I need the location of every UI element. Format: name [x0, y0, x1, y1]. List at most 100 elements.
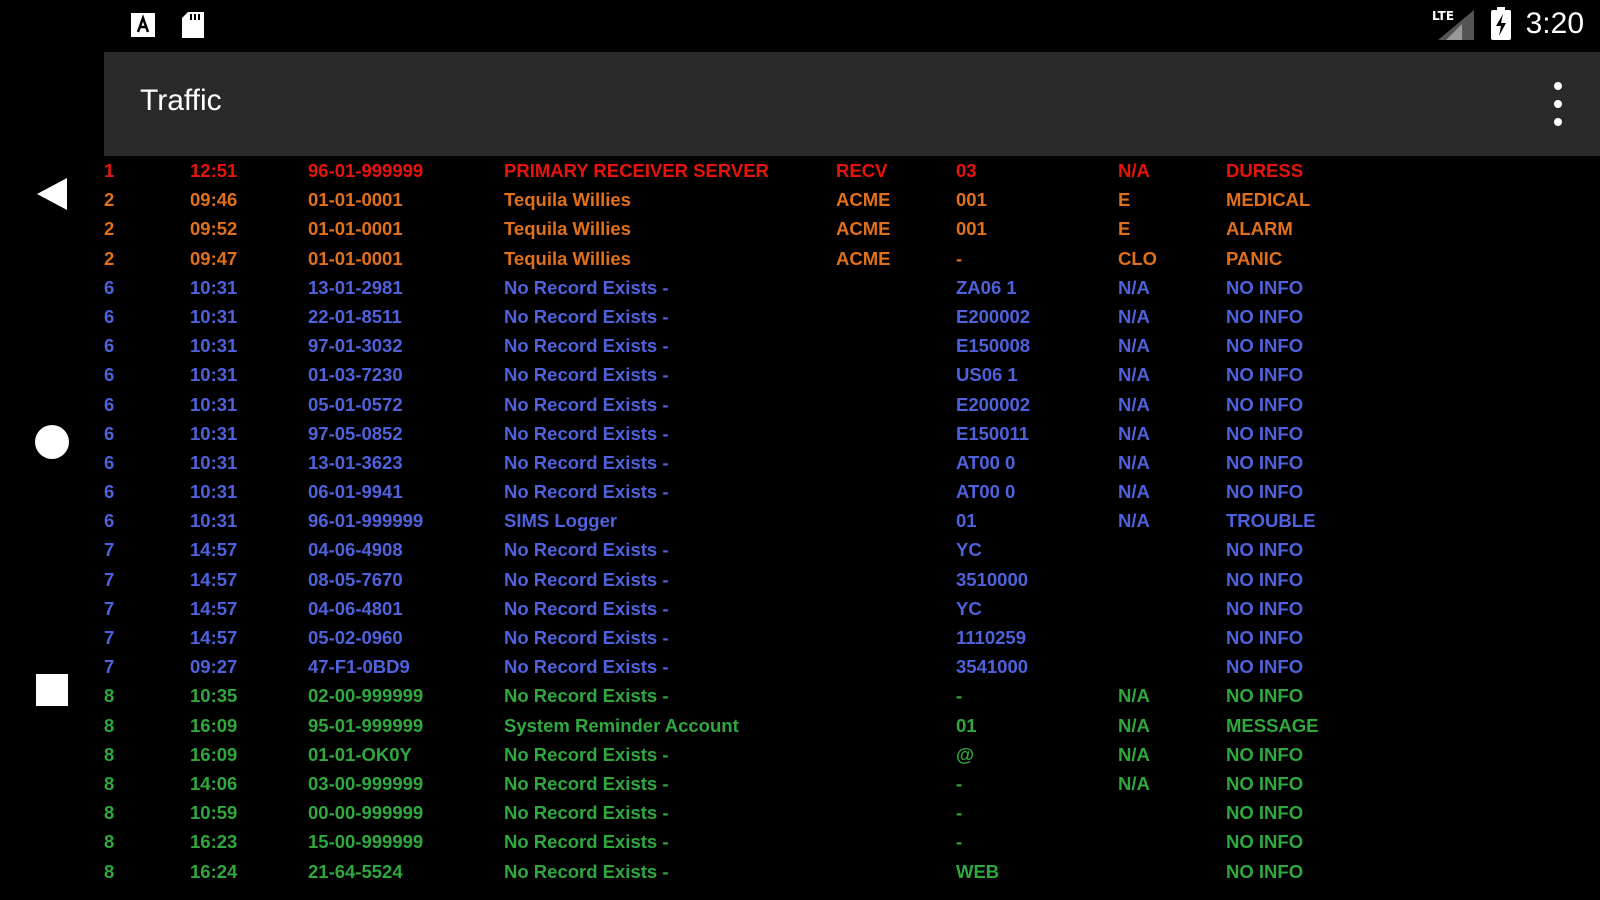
- lte-signal-icon: LTE: [1432, 9, 1474, 40]
- time-cell: 10:31: [190, 510, 238, 532]
- name-cell: No Record Exists -: [504, 481, 669, 503]
- table-row[interactable]: 7 14:57 04-06-4908 No Record Exists - YC NO I…: [104, 535, 1600, 564]
- table-row[interactable]: 7 14:57 05-02-0960 No Record Exists - 111025…: [104, 623, 1600, 652]
- account-cell: 08-05-7670: [308, 568, 403, 590]
- battery-charging-icon: [1490, 7, 1511, 40]
- table-row[interactable]: 1 12:51 96-01-999999 PRIMARY RECEIVER SERVE…: [104, 156, 1600, 185]
- status-cell: N/A: [1118, 364, 1150, 386]
- account-cell: 02-00-999999: [308, 685, 424, 707]
- table-row[interactable]: 8 16:09 95-01-999999 System Reminder Accoun…: [104, 711, 1600, 740]
- table-row[interactable]: 7 09:27 47-F1-0BD9 No Record Exists - 354100…: [104, 652, 1600, 681]
- event-type-cell: ALARM: [1226, 218, 1293, 240]
- event-type-cell: MESSAGE: [1226, 714, 1319, 736]
- event-type-cell: NO INFO: [1226, 802, 1304, 824]
- event-type-cell: NO INFO: [1226, 276, 1304, 298]
- table-row[interactable]: 2 09:46 01-01-0001 Tequila Willies ACME 001 E M…: [104, 185, 1600, 214]
- priority-cell: 7: [104, 568, 115, 590]
- status-cell: N/A: [1118, 393, 1150, 415]
- table-row[interactable]: 7 14:57 08-05-7670 No Record Exists - 351000…: [104, 565, 1600, 594]
- table-row[interactable]: 6 10:31 05-01-0572 No Record Exists - E20000…: [104, 390, 1600, 419]
- name-cell: No Record Exists -: [504, 860, 669, 882]
- name-cell: No Record Exists -: [504, 305, 669, 327]
- name-cell: SIMS Logger: [504, 510, 618, 532]
- event-type-cell: NO INFO: [1226, 305, 1304, 327]
- group-cell: ACME: [836, 247, 891, 269]
- priority-cell: 8: [104, 714, 115, 736]
- status-cell: N/A: [1118, 276, 1150, 298]
- traffic-list[interactable]: 1 12:51 96-01-999999 PRIMARY RECEIVER SERVE…: [104, 156, 1600, 900]
- time-cell: 10:31: [190, 451, 238, 473]
- name-cell: No Record Exists -: [504, 276, 669, 298]
- account-cell: 15-00-999999: [308, 831, 424, 853]
- table-row[interactable]: 6 10:31 01-03-7230 No Record Exists - US06 1…: [104, 360, 1600, 389]
- account-cell: 05-02-0960: [308, 627, 403, 648]
- home-button[interactable]: [32, 422, 72, 462]
- time-cell: 10:35: [190, 685, 238, 707]
- account-cell: 04-06-4908: [308, 539, 403, 561]
- priority-cell: 8: [104, 831, 115, 853]
- zone-cell: -: [956, 685, 963, 707]
- table-row[interactable]: 8 16:24 21-64-5524 No Record Exists - WEB NO …: [104, 857, 1600, 886]
- account-cell: 13-01-3623: [308, 451, 403, 473]
- status-bar-notifications: [130, 10, 206, 40]
- table-row[interactable]: 6 10:31 06-01-9941 No Record Exists - AT00 0…: [104, 477, 1600, 506]
- time-cell: 10:31: [190, 276, 238, 298]
- priority-cell: 6: [104, 335, 115, 357]
- table-row[interactable]: 6 10:31 13-01-3623 No Record Exists - AT00 0…: [104, 448, 1600, 477]
- name-cell: System Reminder Account: [504, 714, 739, 736]
- event-type-cell: NO INFO: [1226, 481, 1304, 503]
- app-a-icon: [131, 13, 155, 37]
- time-cell: 16:09: [190, 714, 238, 736]
- zone-cell: E200002: [956, 393, 1031, 415]
- account-cell: 22-01-8511: [308, 305, 402, 327]
- account-cell: 01-01-OK0Y: [308, 743, 412, 765]
- time-cell: 12:51: [190, 160, 238, 181]
- time-cell: 14:06: [190, 772, 238, 794]
- name-cell: No Record Exists -: [504, 451, 669, 473]
- zone-cell: 1110259: [956, 627, 1026, 648]
- table-row[interactable]: 2 09:52 01-01-0001 Tequila Willies ACME 001 E A…: [104, 214, 1600, 243]
- status-cell: N/A: [1118, 451, 1150, 473]
- table-row[interactable]: 8 16:09 01-01-OK0Y No Record Exists - @ N/A NO…: [104, 740, 1600, 769]
- table-row[interactable]: 6 10:31 13-01-2981 No Record Exists - ZA06 1…: [104, 273, 1600, 302]
- time-cell: 14:57: [190, 597, 238, 619]
- account-cell: 21-64-5524: [308, 860, 403, 882]
- recents-button[interactable]: [32, 670, 72, 710]
- account-cell: 06-01-9941: [308, 481, 403, 503]
- event-type-cell: NO INFO: [1226, 831, 1304, 853]
- more-options-button[interactable]: [1546, 82, 1570, 126]
- status-cell: N/A: [1118, 481, 1150, 503]
- zone-cell: AT00 0: [956, 451, 1016, 473]
- zone-cell: E150011: [956, 422, 1030, 444]
- status-cell: N/A: [1118, 743, 1150, 765]
- zone-cell: US06 1: [956, 364, 1018, 386]
- table-row[interactable]: 6 10:31 22-01-8511 No Record Exists - E20000…: [104, 302, 1600, 331]
- account-cell: 00-00-999999: [308, 802, 424, 824]
- table-row[interactable]: 8 14:06 03-00-999999 No Record Exists - - N/A…: [104, 769, 1600, 798]
- status-cell: N/A: [1118, 772, 1150, 794]
- table-row[interactable]: 2 09:47 01-01-0001 Tequila Willies ACME - CLO P…: [104, 244, 1600, 273]
- time-cell: 10:59: [190, 802, 238, 824]
- table-row[interactable]: 6 10:31 97-05-0852 No Record Exists - E15001…: [104, 419, 1600, 448]
- table-row[interactable]: 8 10:35 02-00-999999 No Record Exists - - N/A…: [104, 681, 1600, 710]
- event-type-cell: NO INFO: [1226, 335, 1304, 357]
- table-row[interactable]: 6 10:31 96-01-999999 SIMS Logger 01 N/A TROUBL…: [104, 506, 1600, 535]
- time-cell: 10:31: [190, 364, 238, 386]
- account-cell: 03-00-999999: [308, 772, 424, 794]
- zone-cell: -: [956, 247, 963, 269]
- table-row[interactable]: 6 10:31 97-01-3032 No Record Exists - E15000…: [104, 331, 1600, 360]
- event-type-cell: NO INFO: [1226, 656, 1304, 678]
- name-cell: PRIMARY RECEIVER SERVER: [504, 160, 769, 181]
- account-cell: 05-01-0572: [308, 393, 403, 415]
- table-row[interactable]: 8 16:23 15-00-999999 No Record Exists - - NO …: [104, 827, 1600, 856]
- back-button[interactable]: [32, 174, 72, 214]
- event-type-cell: NO INFO: [1226, 743, 1304, 765]
- table-row[interactable]: 7 14:57 04-06-4801 No Record Exists - YC NO I…: [104, 594, 1600, 623]
- name-cell: Tequila Willies: [504, 189, 631, 211]
- priority-cell: 2: [104, 189, 115, 211]
- table-row[interactable]: 8 10:59 00-00-999999 No Record Exists - - NO …: [104, 798, 1600, 827]
- event-type-cell: NO INFO: [1226, 860, 1304, 882]
- time-cell: 10:31: [190, 335, 238, 357]
- more-vert-icon: [1554, 82, 1562, 90]
- time-cell: 16:09: [190, 743, 238, 765]
